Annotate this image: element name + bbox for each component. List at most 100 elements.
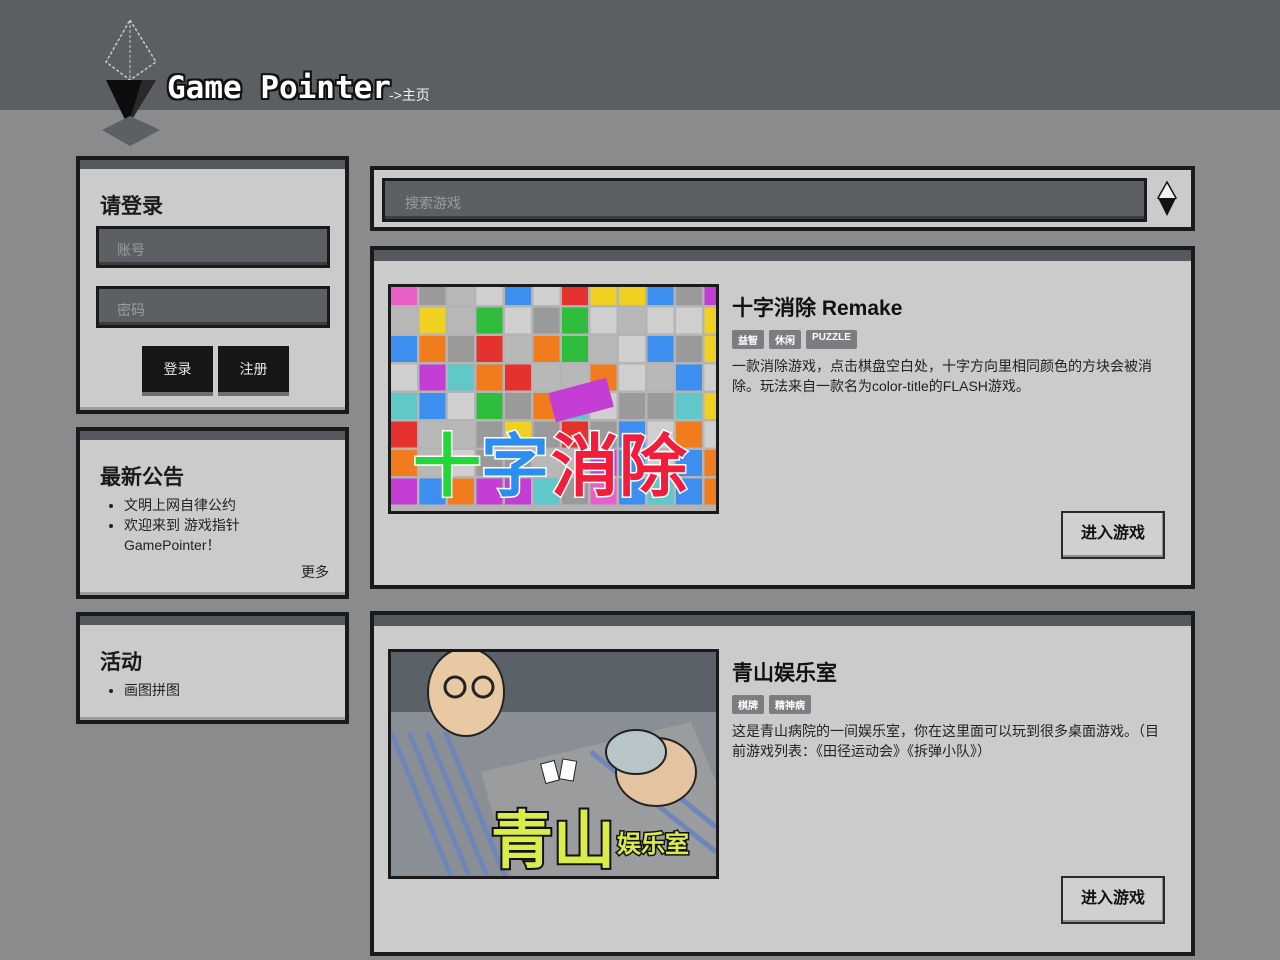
search-input[interactable]: 搜索游戏 bbox=[382, 178, 1147, 222]
tile bbox=[476, 307, 503, 334]
tile bbox=[419, 393, 446, 419]
game-thumbnail[interactable]: 十 字 消除 bbox=[388, 284, 719, 514]
tile bbox=[619, 364, 645, 391]
game-thumbnail[interactable]: 青山 娱乐室 bbox=[388, 649, 719, 879]
tile bbox=[676, 336, 702, 362]
tile bbox=[704, 450, 716, 476]
login-title: 请登录 bbox=[100, 195, 163, 218]
tile bbox=[448, 364, 474, 391]
tile bbox=[590, 307, 617, 334]
announcement-item[interactable]: 欢迎来到 游戏指针 GamePointer！ bbox=[124, 515, 324, 555]
tile bbox=[704, 393, 716, 419]
tile bbox=[590, 287, 617, 305]
announcement-item-line: GamePointer！ bbox=[124, 537, 221, 553]
more-link[interactable]: 更多 bbox=[301, 562, 329, 582]
announcement-item-line: 欢迎来到 游戏指针 bbox=[124, 517, 240, 533]
game-card: 青山 娱乐室 青山娱乐室 棋牌 精神病 这是青山病院的一间娱乐室，你在这里面可以… bbox=[370, 611, 1195, 956]
tile bbox=[505, 307, 531, 334]
tile bbox=[704, 421, 716, 448]
tile bbox=[676, 307, 702, 334]
tile bbox=[448, 393, 474, 419]
tile bbox=[619, 393, 645, 419]
activity-item[interactable]: 画图拼图 bbox=[124, 680, 180, 700]
tile bbox=[419, 287, 446, 305]
tile bbox=[647, 364, 674, 391]
announcements-title: 最新公告 bbox=[100, 466, 184, 489]
tile bbox=[647, 307, 674, 334]
tile bbox=[476, 364, 503, 391]
tile bbox=[505, 336, 531, 362]
tile bbox=[676, 364, 702, 391]
thumb-title-sub: 娱乐室 bbox=[617, 830, 689, 858]
game-title[interactable]: 青山娱乐室 bbox=[732, 657, 837, 687]
account-input[interactable]: 账号 bbox=[96, 226, 330, 268]
activities-title: 活动 bbox=[100, 651, 142, 674]
login-panel: 请登录 账号 密码 登录 注册 bbox=[76, 156, 349, 414]
tile bbox=[647, 393, 674, 419]
search-bar: 搜索游戏 bbox=[370, 166, 1195, 231]
thumb-title-part: 消除 bbox=[551, 428, 688, 507]
tile bbox=[562, 287, 588, 305]
tile bbox=[704, 478, 716, 505]
thumb-title-part: 十 bbox=[413, 428, 481, 507]
tile bbox=[448, 287, 474, 305]
game-title[interactable]: 十字消除 Remake bbox=[732, 292, 902, 322]
tile bbox=[505, 364, 531, 391]
tile bbox=[391, 307, 417, 334]
tile bbox=[419, 364, 446, 391]
activity-list: 画图拼图 bbox=[124, 680, 180, 700]
tile bbox=[704, 364, 716, 391]
tile bbox=[533, 307, 560, 334]
password-input[interactable]: 密码 bbox=[96, 286, 330, 328]
tile bbox=[533, 336, 560, 362]
tile bbox=[419, 336, 446, 362]
tile bbox=[505, 287, 531, 305]
tag[interactable]: 精神病 bbox=[769, 695, 811, 714]
tag[interactable]: 棋牌 bbox=[732, 695, 764, 714]
thumb-title-main: 青山 bbox=[491, 804, 615, 876]
activities-panel: 活动 画图拼图 bbox=[76, 612, 349, 724]
tile bbox=[676, 287, 702, 305]
tile bbox=[391, 393, 417, 419]
tile bbox=[676, 393, 702, 419]
brand-title[interactable]: Game Pointer bbox=[167, 70, 391, 106]
game-card: 十 字 消除 十字消除 Remake 益智 休闲 PUZZLE 一款消除游戏，点… bbox=[370, 246, 1195, 589]
breadcrumb: ->主页 bbox=[389, 87, 430, 103]
tile bbox=[647, 287, 674, 305]
tag[interactable]: PUZZLE bbox=[806, 330, 857, 349]
game-description: 这是青山病院的一间娱乐室，你在这里面可以玩到很多桌面游戏。（目前游戏列表：《田径… bbox=[732, 723, 1159, 759]
tile bbox=[419, 307, 446, 334]
login-button[interactable]: 登录 bbox=[142, 346, 213, 396]
tile bbox=[533, 287, 560, 305]
tile bbox=[562, 336, 588, 362]
announcement-list: 文明上网自律公约 欢迎来到 游戏指针 GamePointer！ bbox=[124, 495, 324, 555]
game-description: 一款消除游戏，点击棋盘空白处，十字方向里相同颜色的方块会被消除。玩法来自一款名为… bbox=[732, 358, 1152, 394]
enter-game-button[interactable]: 进入游戏 bbox=[1061, 876, 1165, 924]
tag[interactable]: 休闲 bbox=[769, 330, 801, 349]
tile bbox=[533, 364, 560, 391]
tile bbox=[619, 336, 645, 362]
thumb-title-part: 字 bbox=[481, 428, 549, 507]
tile bbox=[590, 336, 617, 362]
tile bbox=[391, 336, 417, 362]
tile bbox=[476, 287, 503, 305]
enter-game-button[interactable]: 进入游戏 bbox=[1061, 511, 1165, 559]
announcement-item[interactable]: 文明上网自律公约 bbox=[124, 495, 324, 515]
tag-list: 益智 休闲 PUZZLE bbox=[732, 330, 857, 349]
pointer-icon[interactable] bbox=[1154, 180, 1180, 220]
tile bbox=[448, 336, 474, 362]
tag[interactable]: 益智 bbox=[732, 330, 764, 349]
tile bbox=[391, 287, 417, 305]
tile bbox=[476, 336, 503, 362]
tile bbox=[704, 307, 716, 334]
tag-list: 棋牌 精神病 bbox=[732, 695, 811, 714]
diamond-logo-icon bbox=[98, 18, 168, 150]
tile bbox=[619, 287, 645, 305]
tile bbox=[704, 287, 716, 305]
announcements-panel: 最新公告 文明上网自律公约 欢迎来到 游戏指针 GamePointer！ 更多 bbox=[76, 427, 349, 599]
tile bbox=[505, 393, 531, 419]
tile bbox=[647, 336, 674, 362]
tile bbox=[448, 307, 474, 334]
tile bbox=[562, 307, 588, 334]
register-button[interactable]: 注册 bbox=[218, 346, 289, 396]
